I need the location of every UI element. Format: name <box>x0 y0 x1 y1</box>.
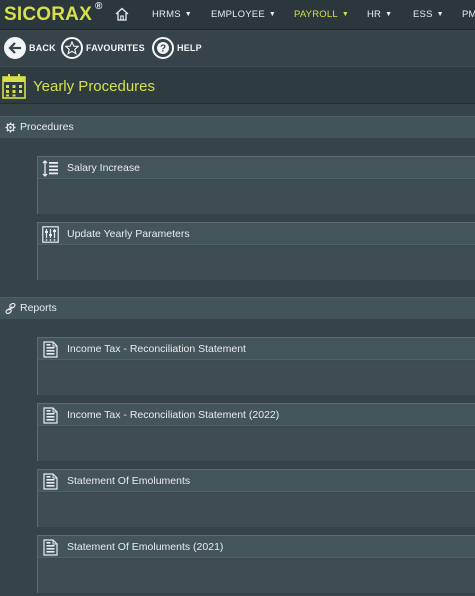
nav-item-ess[interactable]: ESS ▼ <box>413 9 444 20</box>
card-header: Statement Of Emoluments <box>38 470 475 492</box>
card-label: Income Tax - Reconciliation Statement (2… <box>67 409 280 421</box>
card-body <box>38 427 475 461</box>
nav-item-payroll[interactable]: PAYROLL ▼ <box>294 9 349 20</box>
link-icon <box>5 303 16 314</box>
action-bar: BACK FAVOURITES ? HELP <box>0 30 475 66</box>
section-title: Reports <box>20 302 57 314</box>
chevron-down-icon: ▼ <box>436 11 444 18</box>
help-label: HELP <box>177 43 202 53</box>
card-label: Update Yearly Parameters <box>67 228 190 240</box>
chevron-down-icon: ▼ <box>341 11 349 18</box>
brand-logo[interactable]: SICORAX ® <box>4 0 103 26</box>
nav-label: ESS <box>413 9 433 20</box>
document-icon <box>43 473 58 490</box>
nav-item-pm[interactable]: PM <box>462 9 475 20</box>
back-button[interactable]: BACK <box>4 36 56 60</box>
svg-text:?: ? <box>160 44 166 55</box>
procedure-item-update-yearly-parameters[interactable]: Update Yearly Parameters <box>37 222 475 280</box>
nav-label: PM <box>462 9 475 20</box>
page-title-bar: Yearly Procedures <box>0 66 475 104</box>
section-header-procedures: Procedures <box>0 116 475 138</box>
card-body <box>38 493 475 527</box>
sort-lines-icon <box>42 160 58 177</box>
report-item-income-tax-reconciliation-2022[interactable]: Income Tax - Reconciliation Statement (2… <box>37 403 475 461</box>
report-item-income-tax-reconciliation[interactable]: Income Tax - Reconciliation Statement <box>37 337 475 395</box>
top-nav-bar: SICORAX ® HRMS ▼ EMPLOYEE ▼ PAYROLL ▼ HR ▼ ES… <box>0 0 475 30</box>
card-header: Income Tax - Reconciliation Statement (2… <box>38 404 475 426</box>
nav-item-employee[interactable]: EMPLOYEE ▼ <box>211 9 276 20</box>
chevron-down-icon: ▼ <box>385 11 393 18</box>
arrow-left-icon <box>4 37 26 59</box>
card-body <box>38 180 475 214</box>
card-header: Statement Of Emoluments (2021) <box>38 536 475 558</box>
section-header-reports: Reports <box>0 297 475 319</box>
brand-mark: ® <box>94 0 103 12</box>
gear-icon <box>5 122 16 133</box>
card-body <box>38 361 475 395</box>
card-label: Income Tax - Reconciliation Statement <box>67 343 246 355</box>
document-icon <box>43 407 58 424</box>
document-icon <box>43 341 58 358</box>
calendar-icon <box>2 74 26 99</box>
chevron-down-icon: ▼ <box>268 11 277 18</box>
nav-item-hr[interactable]: HR ▼ <box>367 9 392 20</box>
nav-label: HR <box>367 9 382 20</box>
sliders-icon <box>42 226 59 243</box>
card-label: Statement Of Emoluments (2021) <box>67 541 224 553</box>
back-label: BACK <box>29 43 56 53</box>
nav-label: EMPLOYEE <box>211 9 265 20</box>
card-label: Salary Increase <box>67 162 140 174</box>
brand-name: SICORAX <box>4 4 92 25</box>
question-icon: ? <box>152 37 174 59</box>
section-title: Procedures <box>20 121 74 133</box>
favourites-button[interactable]: FAVOURITES <box>61 36 145 60</box>
nav-item-hrms[interactable]: HRMS ▼ <box>152 9 192 20</box>
card-body <box>38 246 475 280</box>
card-body <box>38 559 475 593</box>
nav-label: HRMS <box>152 9 181 20</box>
home-icon[interactable] <box>114 6 130 22</box>
help-button[interactable]: ? HELP <box>152 36 202 60</box>
nav-label: PAYROLL <box>294 9 338 20</box>
favourites-label: FAVOURITES <box>86 43 145 53</box>
report-item-statement-of-emoluments[interactable]: Statement Of Emoluments <box>37 469 475 527</box>
chevron-down-icon: ▼ <box>184 11 192 18</box>
procedure-item-salary-increase[interactable]: Salary Increase <box>37 156 475 214</box>
report-item-statement-of-emoluments-2021[interactable]: Statement Of Emoluments (2021) <box>37 535 475 593</box>
card-header: Income Tax - Reconciliation Statement <box>38 338 475 360</box>
document-icon <box>43 539 58 556</box>
page-title: Yearly Procedures <box>33 78 156 95</box>
card-label: Statement Of Emoluments <box>67 475 191 487</box>
star-icon <box>61 37 83 59</box>
card-header: Salary Increase <box>38 157 475 179</box>
card-header: Update Yearly Parameters <box>38 223 475 245</box>
